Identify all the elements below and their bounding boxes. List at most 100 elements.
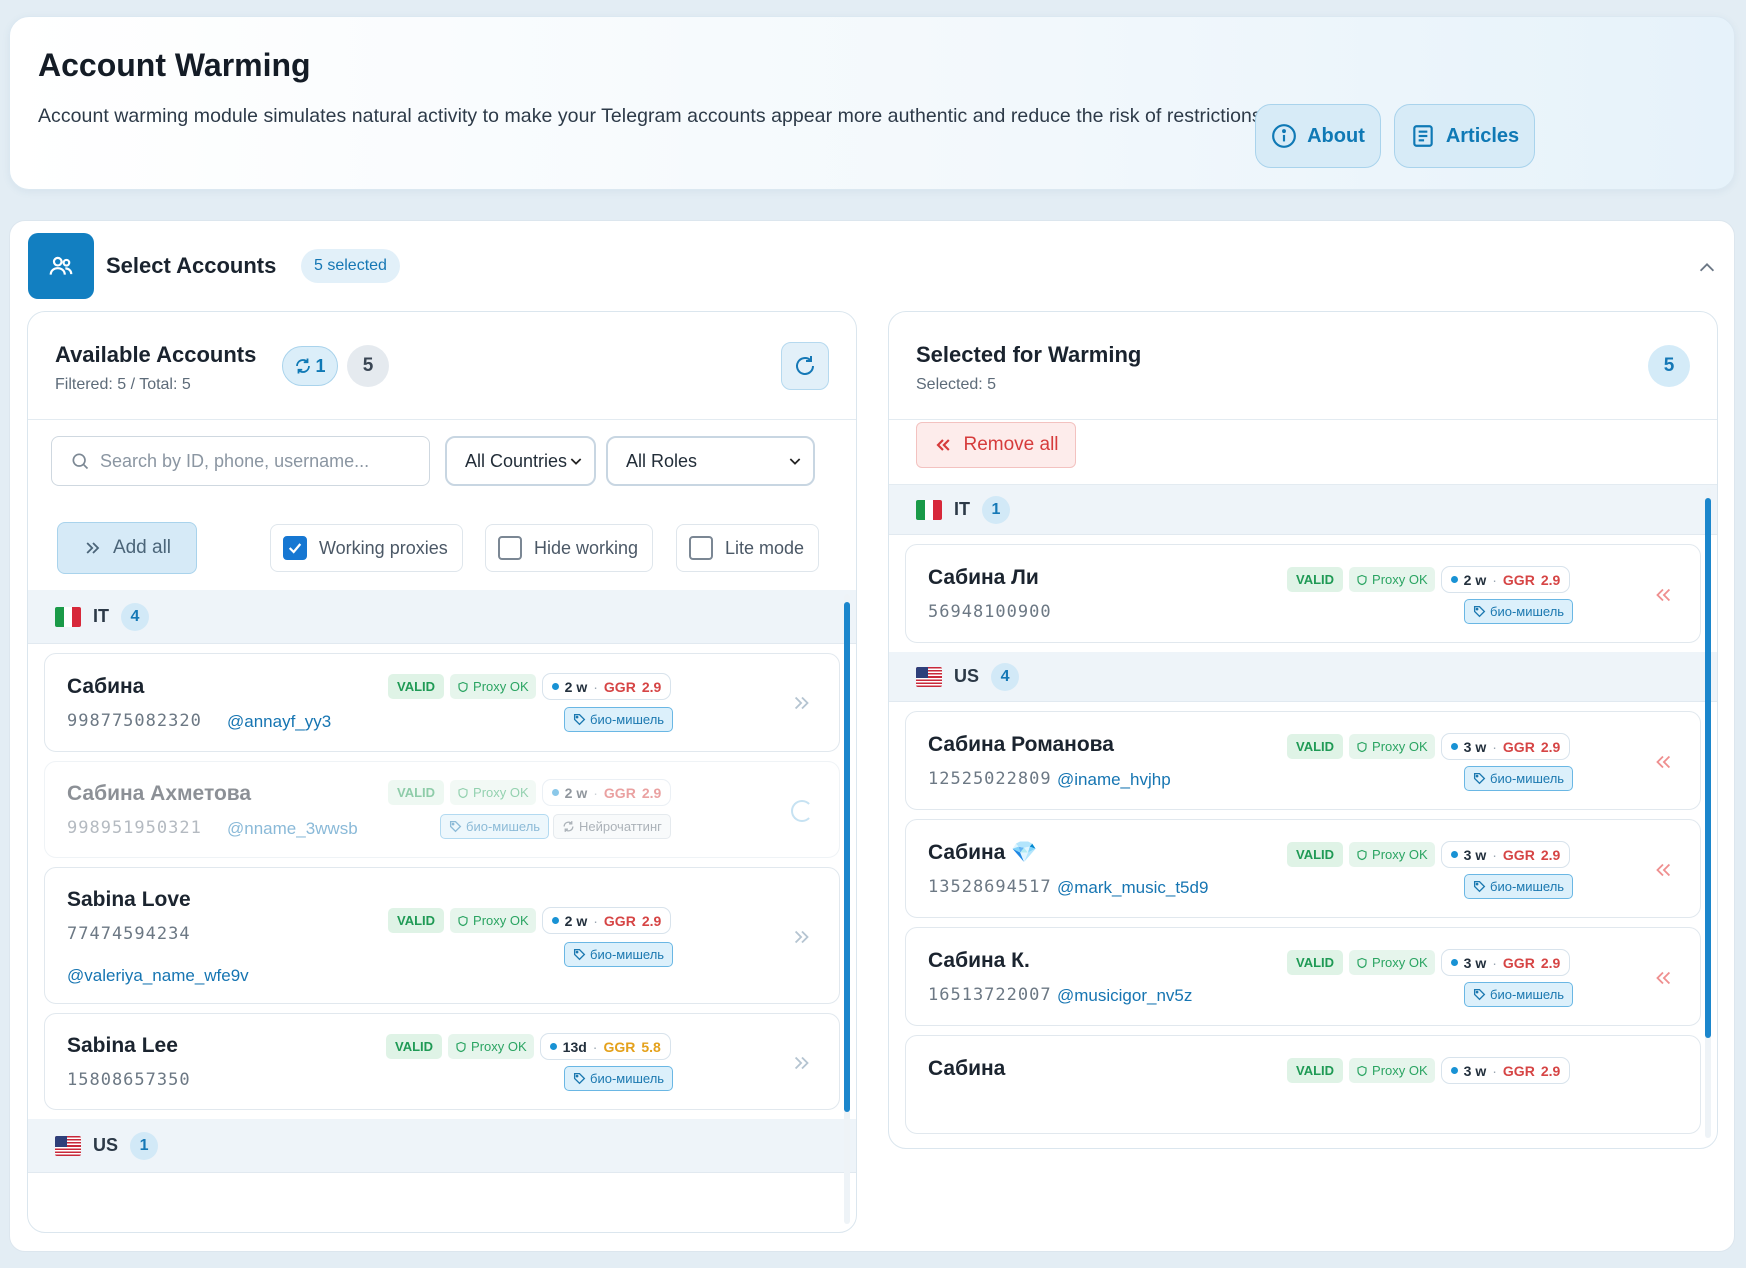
country-select-value: All Countries <box>465 450 568 471</box>
account-username[interactable]: @iname_hvjhp <box>1057 770 1171 790</box>
proxy-label: Proxy OK <box>1372 572 1428 587</box>
stats-badge: 3 w · GGR 2.9 <box>1440 949 1571 976</box>
selected-account-card[interactable]: Сабина К. 16513722007 @musicigor_nv5z VA… <box>905 927 1701 1026</box>
status-badge: VALID <box>388 674 445 699</box>
lite-mode-label: Lite mode <box>725 537 805 558</box>
account-phone: 13528694517 <box>928 877 1052 897</box>
shield-icon <box>1357 741 1367 752</box>
ggr-label: GGR <box>603 912 636 929</box>
tag-badge: био-мишель <box>1464 874 1574 899</box>
account-name: Sabina Love <box>67 888 191 911</box>
hide-working-toggle[interactable]: Hide working <box>485 524 654 572</box>
account-name: Сабина Ахметова <box>67 782 252 805</box>
page-title: Account Warming <box>38 47 311 83</box>
account-phone: 15808657350 <box>67 1070 191 1090</box>
selected-header: Selected for Warming Selected: 5 5 <box>889 312 1717 420</box>
double-chevron-left-icon[interactable] <box>1652 967 1674 989</box>
separator: · <box>1492 571 1497 588</box>
role-select[interactable]: All Roles <box>606 436 815 486</box>
select-accounts-card: Select Accounts 5 selected Available Acc… <box>9 220 1735 1252</box>
account-card[interactable]: Sabina Lee 15808657350 VALID Proxy OK 13… <box>44 1013 840 1110</box>
chevron-down-icon <box>789 458 801 465</box>
chevron-up-icon[interactable] <box>1696 257 1718 279</box>
proxy-badge: Proxy OK <box>450 908 536 933</box>
sync-icon <box>296 358 311 374</box>
scrollbar-thumb[interactable] <box>1705 498 1711 1038</box>
activity-dot <box>1450 576 1458 583</box>
country-group-it[interactable]: IT 1 <box>889 485 1717 535</box>
account-card[interactable]: Сабина Ахметова 998951950321 @nname_3wws… <box>44 761 840 858</box>
usa-flag-icon <box>55 1135 81 1156</box>
double-chevron-left-icon[interactable] <box>1652 584 1674 606</box>
ggr-label: GGR <box>1502 571 1535 588</box>
account-username[interactable]: @annayf_yy3 <box>227 712 331 732</box>
double-chevron-right-icon[interactable] <box>791 926 813 948</box>
proxy-badge: Proxy OK <box>450 780 536 805</box>
account-name: Сабина <box>928 1057 1006 1080</box>
search-input[interactable] <box>100 450 400 472</box>
proxy-badge: Proxy OK <box>1349 842 1435 867</box>
scrollbar-thumb[interactable] <box>844 602 850 1112</box>
proxy-label: Proxy OK <box>1372 847 1428 862</box>
lite-mode-toggle[interactable]: Lite mode <box>676 524 820 572</box>
double-chevron-left-icon[interactable] <box>1652 859 1674 881</box>
double-chevron-right-icon[interactable] <box>791 692 813 714</box>
account-card[interactable]: Sabina Love 77474594234 @valeriya_name_w… <box>44 867 840 1004</box>
ggr-label: GGR <box>603 784 636 801</box>
country-count: 4 <box>121 602 149 631</box>
lite-mode-checkbox[interactable] <box>689 536 713 560</box>
remove-all-button[interactable]: Remove all <box>916 422 1076 468</box>
sync-count-button[interactable]: 1 <box>282 346 338 386</box>
selected-account-card[interactable]: Сабина Романова 12525022809 @iname_hvjhp… <box>905 711 1701 810</box>
ggr-label: GGR <box>1502 954 1535 971</box>
account-card[interactable]: Сабина 998775082320 @annayf_yy3 VALID Pr… <box>44 653 840 752</box>
country-select[interactable]: All Countries <box>445 436 596 486</box>
available-title: Available Accounts <box>55 342 257 367</box>
activity-dot <box>1450 743 1458 750</box>
search-icon <box>72 453 89 470</box>
ggr-value: 2.9 <box>1540 1062 1561 1079</box>
selected-account-card[interactable]: Сабина 💎 13528694517 @mark_music_t5d9 VA… <box>905 819 1701 918</box>
selected-account-card[interactable]: Сабина VALID Proxy OK 3 w · GGR 2.9 <box>905 1035 1701 1134</box>
ggr-label: GGR <box>603 1038 636 1055</box>
activity-dot <box>1450 1067 1458 1074</box>
account-badges: VALID Proxy OK 3 w · GGR 2.9 <box>1287 733 1571 760</box>
account-username[interactable]: @musicigor_nv5z <box>1057 986 1192 1006</box>
ggr-label: GGR <box>1502 846 1535 863</box>
account-name: Сабина 💎 <box>928 841 1037 865</box>
selected-account-card[interactable]: Сабина Ли 56948100900 VALID Proxy OK 2 w… <box>905 544 1701 643</box>
refresh-button[interactable] <box>781 342 829 390</box>
tag-label: био-мишель <box>466 819 541 834</box>
account-username[interactable]: @nname_3wwsb <box>227 819 358 839</box>
double-chevron-left-icon[interactable] <box>1652 751 1674 773</box>
double-chevron-right-icon[interactable] <box>791 1052 813 1074</box>
status-badge: VALID <box>1287 950 1344 975</box>
working-proxies-checkbox[interactable] <box>283 536 307 560</box>
separator: · <box>592 1038 598 1055</box>
working-proxies-toggle[interactable]: Working proxies <box>270 524 463 572</box>
available-accounts-panel: Available Accounts Filtered: 5 / Total: … <box>27 311 857 1233</box>
remove-all-label: Remove all <box>963 434 1059 455</box>
tag-label: Нейрочаттинг <box>579 819 662 834</box>
about-button[interactable]: About <box>1255 104 1381 168</box>
account-username[interactable]: @valeriya_name_wfe9v <box>67 966 249 986</box>
status-badge: VALID <box>386 1034 443 1059</box>
country-group-it[interactable]: IT 4 <box>28 590 856 644</box>
available-count: 5 <box>347 345 389 387</box>
search-field[interactable] <box>51 436 430 486</box>
country-group-us[interactable]: US 1 <box>28 1119 856 1173</box>
tag-badge: био-мишель <box>564 707 674 732</box>
separator: · <box>1492 738 1497 755</box>
available-list: IT 4 Сабина 998775082320 @annayf_yy3 VAL… <box>28 590 856 1232</box>
sync-icon <box>563 821 574 832</box>
tag-badge: био-мишель <box>1464 599 1574 624</box>
country-count: 1 <box>982 495 1010 524</box>
add-all-button[interactable]: Add all <box>57 522 197 574</box>
ggr-value: 2.9 <box>1540 954 1561 971</box>
articles-button[interactable]: Articles <box>1394 104 1535 168</box>
hide-working-checkbox[interactable] <box>498 536 522 560</box>
account-username[interactable]: @mark_music_t5d9 <box>1057 878 1208 898</box>
country-group-us[interactable]: US 4 <box>889 652 1717 702</box>
account-age: 3 w <box>1463 846 1487 863</box>
account-phone: 998775082320 <box>67 711 202 731</box>
